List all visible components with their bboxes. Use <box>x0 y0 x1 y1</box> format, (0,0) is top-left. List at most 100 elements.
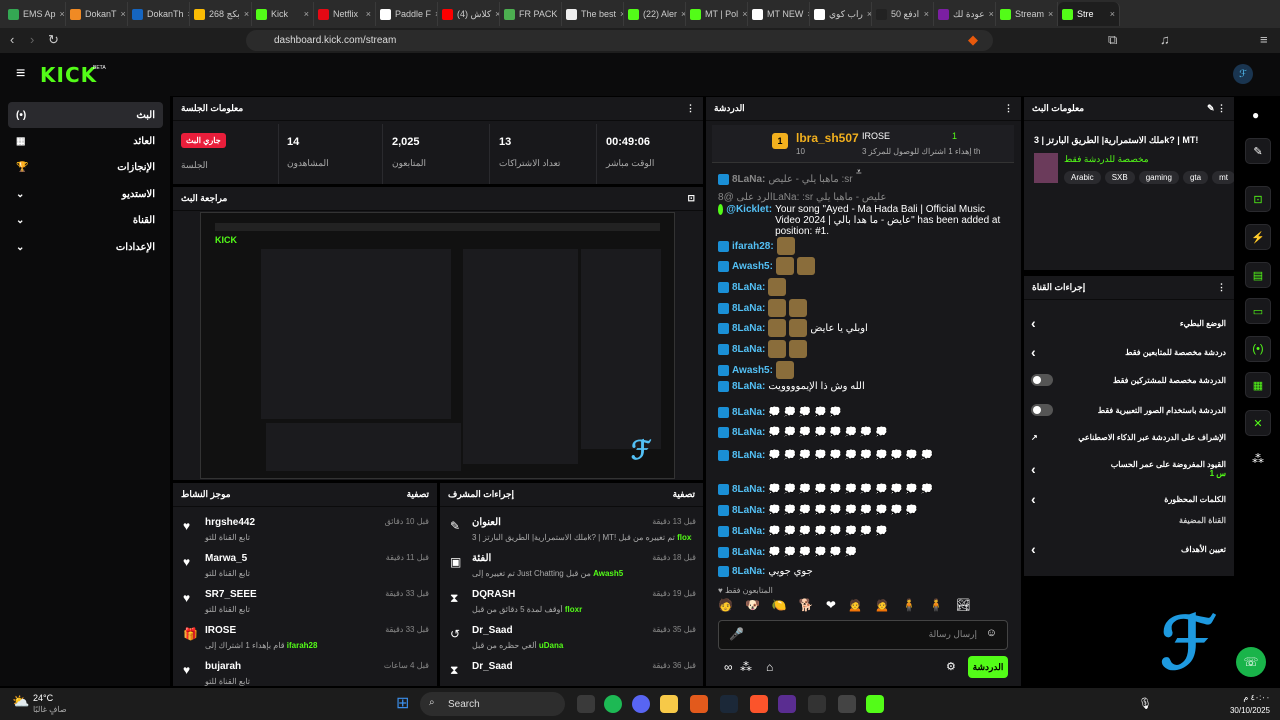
chat-username[interactable]: @Kicklet: <box>726 204 772 215</box>
sidebar-item-revenue[interactable]: ▦ العائد <box>8 128 163 154</box>
browser-tab[interactable]: (22) Aler × <box>624 2 686 26</box>
edit-layout-button[interactable]: ✎ <box>1245 138 1271 164</box>
send-chat-button[interactable]: الدردشة <box>968 656 1008 678</box>
spotify-icon[interactable] <box>604 695 622 713</box>
close-icon[interactable]: × <box>1048 9 1053 19</box>
mic-tray-icon[interactable]: 🎙 <box>1138 697 1152 710</box>
taskbar-search[interactable]: ⌕ Search <box>420 692 565 716</box>
browser-tab[interactable]: عودة لك × <box>934 2 996 26</box>
browser-tab[interactable]: Paddle F× <box>376 2 438 26</box>
support-bubble-icon[interactable]: ☏ <box>1236 647 1266 677</box>
channel-action-item[interactable]: ‹ دردشة مخصصة للمتابعين فقط <box>1031 344 1226 360</box>
kick-logo[interactable]: KICK <box>40 63 97 87</box>
close-icon[interactable]: × <box>60 9 65 19</box>
grid-icon[interactable]: ▦ <box>1245 372 1271 398</box>
mod-action-item[interactable]: ↺ Dr_Saad قبل 35 دقيقة ألغي حظره من قبل uDa… <box>440 621 704 657</box>
chat-username[interactable]: 8LaNa: <box>732 526 765 537</box>
browser-tab[interactable]: EMS Ap × <box>4 2 66 26</box>
activity-item[interactable]: ♥ SR7_SEEE قبل 33 دقيقة تابع القناة للتو <box>173 585 437 621</box>
mod-action-moderator[interactable]: uDana <box>539 641 563 650</box>
emote-icon[interactable]: 🧑 <box>718 598 733 616</box>
windows-start-icon[interactable]: ⊞ <box>396 693 416 713</box>
apps-icon[interactable]: ⁂ <box>740 660 752 674</box>
browser-tab[interactable]: FR PACK× <box>500 2 562 26</box>
browser-tab[interactable]: Stream × <box>996 2 1058 26</box>
browser-tab[interactable]: Netflix × <box>314 2 376 26</box>
browser-tab[interactable]: MT NEW× <box>748 2 810 26</box>
activity-username[interactable]: IROSE <box>205 625 236 636</box>
user-avatar[interactable]: ℱ <box>1233 64 1253 84</box>
infinity-icon[interactable]: ∞ <box>724 660 733 674</box>
sidebar-item-studio[interactable]: ⌄ الاستديو <box>8 181 163 207</box>
chat-username[interactable]: Awash5: <box>732 365 773 376</box>
activity-username[interactable]: bujarah <box>205 661 241 672</box>
apps-dots-icon[interactable]: ⁂ <box>1252 452 1264 466</box>
close-icon[interactable]: × <box>924 9 929 19</box>
emote-icon[interactable]: 🏞 <box>956 598 971 616</box>
mod-action-moderator[interactable]: Awash5 <box>593 569 623 578</box>
close-icon[interactable]: × <box>1110 9 1115 19</box>
mod-action-target[interactable]: الفئة <box>472 553 491 564</box>
browser-tab[interactable]: بكج 268 × <box>190 2 252 26</box>
chat-username[interactable]: 8LaNa: <box>732 323 765 334</box>
app-icon[interactable] <box>808 695 826 713</box>
chat-bubble-icon[interactable]: ▭ <box>1245 298 1271 324</box>
browser-tab[interactable]: DokanT × <box>66 2 128 26</box>
activity-item[interactable]: 🎁 IROSE قبل 33 دقيقة قام بإهداء 1 اشتراك إل… <box>173 621 437 657</box>
mod-action-target[interactable]: Dr_Saad <box>472 625 513 636</box>
toggle-switch[interactable] <box>1031 374 1053 386</box>
channel-action-item[interactable]: الدردشة مخصصة للمشتركين فقط <box>1031 374 1226 386</box>
browser-tab[interactable]: DokanTh× <box>128 2 190 26</box>
emote-icon[interactable]: 🙍 <box>875 598 890 616</box>
sidebar-item-achievements[interactable]: 🏆 الإنجازات <box>8 154 163 180</box>
chat-username[interactable]: 8LaNa: <box>732 303 765 314</box>
toggle-switch[interactable] <box>1031 404 1053 416</box>
emote-icon[interactable]: 🐕 <box>799 598 814 616</box>
browser-tab[interactable]: The best× <box>562 2 624 26</box>
browser-tab[interactable]: راب كوي × <box>810 2 872 26</box>
gifter-name[interactable]: IROSE <box>862 131 890 141</box>
channel-action-item[interactable]: ↗ الإشراف على الدردشة عبر الذكاء الاصطناع… <box>1031 433 1226 442</box>
sidebar-item-channel[interactable]: ⌄ القناة <box>8 207 163 233</box>
file-explorer-icon[interactable] <box>660 695 678 713</box>
weather-icon[interactable]: ⛅ <box>12 693 29 710</box>
chat-username[interactable]: 8LaNa: <box>732 450 765 461</box>
gear-icon[interactable]: ⚙ <box>946 660 956 673</box>
mod-action-item[interactable]: ✎ العنوان قبل 13 دقيقة ملك الاستمرارية| الط… <box>440 513 704 549</box>
mod-action-item[interactable]: ⧗ DQRASH قبل 19 دقيقة أوقف لمدة 5 دقائق من … <box>440 585 704 621</box>
emote-icon[interactable]: 🧍 <box>902 598 917 616</box>
chat-username[interactable]: 8LaNa: <box>732 566 765 577</box>
taskview-icon[interactable] <box>577 695 595 713</box>
mod-action-target[interactable]: Dr_Saad <box>472 661 513 672</box>
chat-username[interactable]: ifarah28: <box>732 241 774 252</box>
emote-icon[interactable]: 🧍 <box>929 598 944 616</box>
app-icon[interactable] <box>778 695 796 713</box>
chat-username[interactable]: 8LaNa: <box>732 407 765 418</box>
channel-action-item[interactable]: ‹ تعيين الأهداف <box>1031 541 1226 557</box>
edit-icon[interactable]: ✎ ⋮ <box>1207 103 1226 114</box>
category-name[interactable]: مخصصة للدردشة فقط <box>1064 154 1149 165</box>
forward-icon[interactable]: › <box>30 32 34 47</box>
browser-tab[interactable]: Stre × <box>1058 2 1120 26</box>
chat-username[interactable]: 8LaNa: <box>732 174 765 185</box>
mod-action-moderator[interactable]: floxr <box>565 605 582 614</box>
chat-username[interactable]: 8LaNa: <box>732 344 765 355</box>
chat-username[interactable]: 8LaNa: <box>732 282 765 293</box>
emote-icon[interactable]: 🐶 <box>745 598 760 616</box>
filter-button[interactable]: تصفية <box>407 489 429 500</box>
browser-tab[interactable]: (4) كلاش × <box>438 2 500 26</box>
lightning-icon[interactable]: ⚡ <box>1245 224 1271 250</box>
store-icon[interactable]: ⌂ <box>766 660 773 674</box>
menu-icon[interactable]: ≡ <box>1260 32 1268 47</box>
chat-username[interactable]: 8LaNa: <box>732 505 765 516</box>
channel-action-item[interactable]: الدردشة باستخدام الصور التعبيرية فقط <box>1031 404 1226 416</box>
emote-icon[interactable]: 🍋 <box>772 598 787 616</box>
activity-username[interactable]: Marwa_5 <box>205 553 247 564</box>
emote-icon[interactable]: 🙍 <box>848 598 863 616</box>
emoji-icon[interactable]: ☺ <box>986 627 997 639</box>
mic-icon[interactable]: 🎤 <box>729 627 744 641</box>
more-options-icon[interactable]: ⋮ <box>1004 103 1013 114</box>
stream-tag[interactable]: gaming <box>1138 171 1179 184</box>
mod-action-moderator[interactable]: floxr <box>677 533 692 542</box>
back-icon[interactable]: ‹ <box>10 32 14 47</box>
